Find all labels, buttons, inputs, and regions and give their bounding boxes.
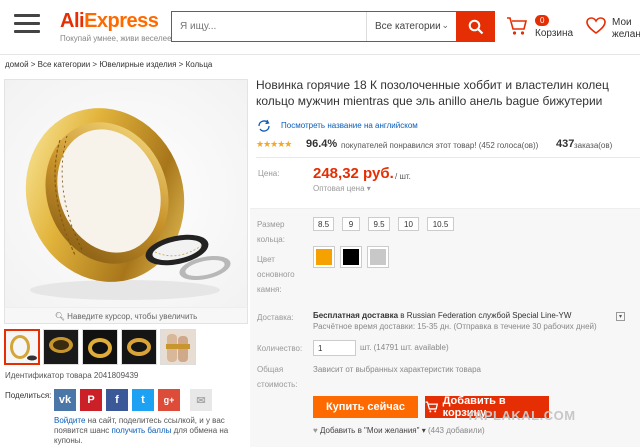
thumbnail-4[interactable]: [121, 329, 157, 365]
rating-percent: 96.4%: [306, 138, 338, 150]
size-option-10-5[interactable]: 10.5: [427, 217, 454, 231]
wishlist-label-line2: желан: [612, 29, 640, 40]
cart-icon: [425, 401, 439, 413]
category-select[interactable]: Все категории ⌄: [366, 12, 456, 41]
thumbnail-5[interactable]: [160, 329, 196, 365]
pinterest-icon: P: [87, 394, 95, 406]
translate-title-text: Посмотреть название на английском: [281, 121, 418, 130]
thumbnail-2[interactable]: [43, 329, 79, 365]
thumbnail-4-image: [122, 330, 156, 364]
zoom-hint: 🔍︎ Наведите курсор, чтобы увеличить: [4, 307, 248, 324]
price-label: Цена:: [258, 169, 280, 178]
category-select-label: Все категории: [375, 21, 441, 32]
product-main-image[interactable]: [4, 79, 248, 324]
facebook-share-button[interactable]: f: [106, 389, 128, 411]
delivery-dropdown-icon[interactable]: ▾: [616, 312, 625, 321]
login-link[interactable]: Войдите: [54, 416, 85, 425]
quantity-input[interactable]: 1: [313, 340, 356, 356]
thumbnail-1-image: [6, 331, 38, 363]
quantity-label: Количество:: [257, 344, 303, 353]
breadcrumb[interactable]: домой > Все категории > Ювелирные издели…: [5, 60, 212, 69]
twitter-share-button[interactable]: t: [132, 389, 154, 411]
email-icon: ✉: [196, 394, 206, 407]
share-label: Поделиться:: [5, 391, 52, 400]
size-option-9[interactable]: 9: [342, 217, 360, 231]
rating-row: ★★★★★ 96.4% покупателей понравился этот …: [256, 138, 640, 153]
logo-tagline: Покупай умнее, живи веселее: [60, 34, 172, 43]
product-id: Идентификатор товара 2041809439: [5, 371, 139, 380]
heart-icon: [586, 17, 606, 34]
search-input[interactable]: [172, 12, 366, 41]
delivery-time: Расчётное время доставки: 15-35 дн. (Отп…: [313, 322, 597, 331]
chevron-down-icon: ⌄: [441, 20, 449, 30]
price-unit: / шт.: [395, 172, 411, 181]
orders-label: заказа(ов): [574, 141, 613, 150]
watermark: YAPLAKAL.COM: [466, 408, 576, 423]
search-icon: [468, 19, 483, 34]
price-value: 248,32 руб.: [313, 165, 394, 182]
rating-stars-icon: ★★★★★: [256, 139, 292, 149]
thumbnail-3[interactable]: [82, 329, 118, 365]
buy-now-button[interactable]: Купить сейчас: [313, 396, 418, 418]
product-title: Новинка горячие 18 К позолоченные хоббит…: [256, 78, 609, 108]
heart-icon: ♥: [313, 426, 318, 435]
size-option-9-5[interactable]: 9.5: [368, 217, 390, 231]
vk-share-button[interactable]: vk: [54, 389, 76, 411]
wholesale-price-dropdown[interactable]: Оптовая цена ▾: [313, 184, 371, 193]
quantity-available: шт. (14791 шт. available): [360, 343, 449, 352]
ring-image: [5, 80, 247, 308]
thumbnail-1[interactable]: [4, 329, 40, 365]
translate-title-link[interactable]: Посмотреть название на английском: [256, 119, 418, 135]
share-info: Войдите на сайт, поделитесь ссылкой, и у…: [54, 416, 244, 446]
orders-count: 437: [556, 138, 575, 150]
wishlist-count: (443 добавили): [427, 426, 485, 435]
site-header: AliExpress Покупай умнее, живи веселее В…: [0, 0, 640, 55]
zoom-hint-text: Наведите курсор, чтобы увеличить: [67, 312, 198, 321]
color-option-black[interactable]: [340, 246, 362, 268]
size-option-10[interactable]: 10: [398, 217, 419, 231]
twitter-icon: t: [141, 394, 145, 406]
get-points-link[interactable]: получить баллы: [111, 426, 171, 435]
thumbnail-3-image: [83, 330, 117, 364]
email-share-button[interactable]: ✉: [190, 389, 212, 411]
googleplus-share-button[interactable]: g+: [158, 389, 180, 411]
aliexpress-logo[interactable]: AliExpress: [60, 10, 159, 33]
color-option-silver[interactable]: [367, 246, 389, 268]
delivery-label: Доставка:: [257, 313, 294, 322]
color-label: Цвет основного камня:: [257, 255, 295, 294]
add-to-wishlist-label: Добавить в "Мои желания" ▾: [319, 426, 426, 435]
color-option-gold[interactable]: [313, 246, 335, 268]
cart-icon: [507, 17, 528, 35]
free-shipping-text: Бесплатная доставка: [313, 311, 399, 320]
cart-count-badge: 0: [535, 15, 550, 26]
thumbnail-2-image: [44, 330, 78, 364]
rating-text[interactable]: покупателей понравился этот товар! (452 …: [341, 141, 538, 150]
total-price-label: Общая стоимость:: [257, 365, 298, 389]
translate-icon: [258, 119, 270, 132]
cart-label: Корзина: [535, 28, 574, 39]
wishlist-link[interactable]: Мои желан: [586, 14, 640, 44]
total-price-text: Зависит от выбранных характеристик товар…: [313, 365, 481, 374]
googleplus-icon: g+: [163, 395, 175, 405]
add-to-wishlist[interactable]: ♥ Добавить в "Мои желания" ▾ (443 добави…: [313, 426, 485, 435]
thumbnail-5-image: [161, 330, 195, 364]
divider: [256, 157, 640, 158]
facebook-icon: f: [115, 394, 119, 406]
delivery-info: Бесплатная доставка в Russian Federation…: [313, 311, 571, 320]
size-option-8-5[interactable]: 8.5: [313, 217, 334, 231]
wishlist-label-line1: Мои: [612, 17, 632, 28]
size-label: Размер кольца:: [257, 220, 285, 244]
delivery-service-text: в Russian Federation службой Special Lin…: [398, 311, 572, 320]
magnifier-icon: 🔍︎: [54, 312, 65, 321]
vk-icon: vk: [58, 394, 72, 406]
cart-link[interactable]: 0 Корзина: [506, 14, 576, 44]
search-button[interactable]: [456, 11, 495, 42]
pinterest-share-button[interactable]: P: [80, 389, 102, 411]
menu-icon[interactable]: [14, 14, 40, 36]
search-bar: Все категории ⌄: [171, 11, 495, 42]
